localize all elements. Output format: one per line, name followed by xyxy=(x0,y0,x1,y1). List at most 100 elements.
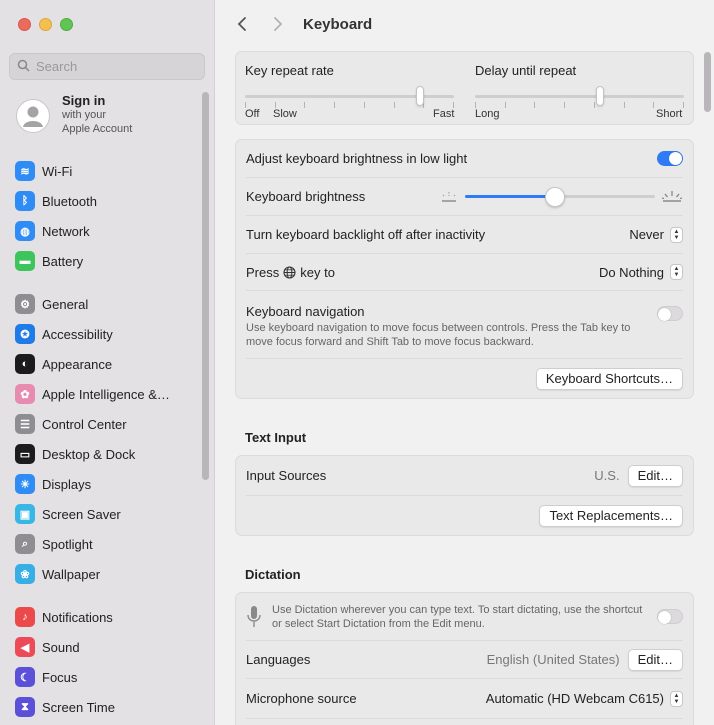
back-button[interactable] xyxy=(232,13,252,35)
sidebar-group-system: ⚙ General ✪ Accessibility ◐ Appearance ✿ Apple … xyxy=(15,289,170,589)
globe-key-popup[interactable]: Do Nothing ▲ ▼ xyxy=(599,264,683,280)
delay-short-label: Short xyxy=(656,108,683,120)
dictation-toggle[interactable] xyxy=(657,609,683,624)
input-sources-edit-button[interactable]: Edit… xyxy=(627,464,683,487)
apple-intelligence-icon: ✿ xyxy=(15,384,35,404)
adjust-brightness-toggle[interactable] xyxy=(657,151,683,166)
key-repeat-card: Key repeat rate Delay until repeat Off S… xyxy=(235,51,694,125)
brightness-low-icon xyxy=(442,191,456,202)
input-sources-value: U.S. xyxy=(594,468,620,483)
sidebar-item-label: Screen Time xyxy=(42,699,115,715)
sidebar-item-flower[interactable]: ❀ Wallpaper xyxy=(15,559,170,589)
sidebar-item-label: General xyxy=(42,296,89,312)
keyboard-navigation-description: Use keyboard navigation to move focus be… xyxy=(246,322,631,348)
search-icon xyxy=(17,59,30,75)
dictation-title: Dictation xyxy=(245,567,301,582)
toolbar: Keyboard xyxy=(216,0,714,48)
sidebar-item-dock[interactable]: ▭ Desktop & Dock xyxy=(15,439,170,469)
text-input-card: Input Sources U.S. Edit… Text Replacemen… xyxy=(235,455,694,536)
keyboard-shortcuts-button[interactable]: Keyboard Shortcuts… xyxy=(535,368,683,390)
battery-icon: ▬ xyxy=(15,251,35,271)
signin-subtitle-1: with your xyxy=(62,109,107,121)
text-replacements-row: Text Replacements… xyxy=(246,496,683,536)
languages-edit-button[interactable]: Edit… xyxy=(627,648,683,671)
control-center-icon: ☰ xyxy=(15,414,35,434)
dictation-toggle-row: Use Dictation wherever you can type text… xyxy=(246,593,683,641)
microphone-source-value: Automatic (HD Webcam C615) xyxy=(485,691,664,706)
backlight-popup[interactable]: Never ▲ ▼ xyxy=(629,226,683,243)
sidebar-item-control-center[interactable]: ☰ Control Center xyxy=(15,409,170,439)
zoom-window-button[interactable] xyxy=(60,18,73,31)
sidebar-item-label: Wi-Fi xyxy=(42,163,73,179)
moon-icon: ☾ xyxy=(15,667,35,687)
dictation-card: Use Dictation wherever you can type text… xyxy=(235,592,694,725)
sidebar: Sign in with your Apple Account ≋ Wi-Fi ᛒB… xyxy=(0,0,215,725)
sidebar-item-bell[interactable]: ♪ Notifications xyxy=(15,602,115,632)
rate-off-label: Off xyxy=(245,108,260,120)
sidebar-item-label: Accessibility xyxy=(42,326,113,342)
appearance-icon: ◐ xyxy=(15,354,35,374)
key-repeat-slider[interactable] xyxy=(245,86,454,108)
sidebar-item-appearance[interactable]: ◐ Appearance xyxy=(15,349,170,379)
account-signin[interactable]: Sign in with your Apple Account xyxy=(16,93,132,136)
keyboard-navigation-row: Keyboard navigation Use keyboard navigat… xyxy=(246,291,683,359)
microphone-icon xyxy=(247,605,261,627)
sidebar-item-bluetooth[interactable]: ᛒ Bluetooth xyxy=(15,186,97,216)
sidebar-item-globe[interactable]: ◍ Network xyxy=(15,216,97,246)
search-input[interactable] xyxy=(36,59,196,74)
sidebar-item-apple-intelligence[interactable]: ✿ Apple Intelligence &… xyxy=(15,379,170,409)
chevron-right-icon xyxy=(274,17,283,31)
globe-icon: ◍ xyxy=(15,221,35,241)
sun-icon: ☀ xyxy=(15,474,35,494)
shortcuts-row: Keyboard Shortcuts… xyxy=(246,359,683,399)
sidebar-item-spotlight[interactable]: ⌕ Spotlight xyxy=(15,529,170,559)
signin-subtitle-2: Apple Account xyxy=(62,123,133,135)
sidebar-item-screen-saver[interactable]: ▣ Screen Saver xyxy=(15,499,170,529)
keyboard-navigation-toggle[interactable] xyxy=(657,306,683,321)
sidebar-item-hourglass[interactable]: ⧗ Screen Time xyxy=(15,692,115,722)
accessibility-icon: ✪ xyxy=(15,324,35,344)
sidebar-item-sun[interactable]: ☀ Displays xyxy=(15,469,170,499)
person-icon xyxy=(23,106,43,127)
sidebar-group-connectivity: ≋ Wi-Fi ᛒ Bluetooth ◍ Network ▬ Battery xyxy=(15,156,97,276)
main-pane: Keyboard Key repeat rate Delay until rep… xyxy=(216,0,714,725)
main-scrollbar[interactable] xyxy=(704,52,711,112)
backlight-row: Turn keyboard backlight off after inacti… xyxy=(246,216,683,254)
key-repeat-thumb[interactable] xyxy=(416,86,424,106)
input-sources-row: Input Sources U.S. Edit… xyxy=(246,456,683,496)
sidebar-item-speaker[interactable]: ◀ Sound xyxy=(15,632,115,662)
sidebar-item-moon[interactable]: ☾ Focus xyxy=(15,662,115,692)
adjust-brightness-label: Adjust keyboard brightness in low light xyxy=(246,151,468,166)
sidebar-item-label: Screen Saver xyxy=(42,506,121,522)
languages-value: English (United States) xyxy=(486,652,620,667)
gear-icon: ⚙ xyxy=(15,294,35,314)
delay-repeat-slider[interactable] xyxy=(475,86,684,108)
sidebar-item-label: Focus xyxy=(42,669,78,685)
text-input-title: Text Input xyxy=(245,430,307,445)
minimize-window-button[interactable] xyxy=(39,18,52,31)
press-suffix: key to xyxy=(300,264,335,280)
sidebar-item-gear[interactable]: ⚙ General xyxy=(15,289,170,319)
wifi-icon: ≋ xyxy=(15,161,35,181)
keyboard-brightness-row: Keyboard brightness xyxy=(246,178,683,216)
rate-fast-label: Fast xyxy=(433,108,455,120)
backlight-label: Turn keyboard backlight off after inacti… xyxy=(246,227,486,242)
delay-repeat-thumb[interactable] xyxy=(596,86,604,106)
sidebar-item-battery[interactable]: ▬ Battery xyxy=(15,246,97,276)
dictation-languages-row: Languages English (United States) Edit… xyxy=(246,641,683,679)
rate-slow-label: Slow xyxy=(273,108,297,120)
sidebar-item-wifi[interactable]: ≋ Wi-Fi xyxy=(15,156,97,186)
text-replacements-button[interactable]: Text Replacements… xyxy=(539,505,683,527)
microphone-source-popup[interactable]: Automatic (HD Webcam C615) ▲ ▼ xyxy=(485,690,683,707)
sidebar-scrollbar[interactable] xyxy=(202,92,209,480)
forward-button[interactable] xyxy=(268,13,288,35)
search-field[interactable] xyxy=(9,53,205,80)
sidebar-item-label: Appearance xyxy=(42,356,113,372)
updown-chevron-icon: ▲ ▼ xyxy=(670,690,683,707)
backlight-value: Never xyxy=(629,227,664,242)
keyboard-brightness-slider[interactable] xyxy=(465,186,655,207)
hourglass-icon: ⧗ xyxy=(15,697,35,717)
bluetooth-icon: ᛒ xyxy=(15,191,35,211)
sidebar-item-accessibility[interactable]: ✪ Accessibility xyxy=(15,319,170,349)
close-window-button[interactable] xyxy=(18,18,31,31)
